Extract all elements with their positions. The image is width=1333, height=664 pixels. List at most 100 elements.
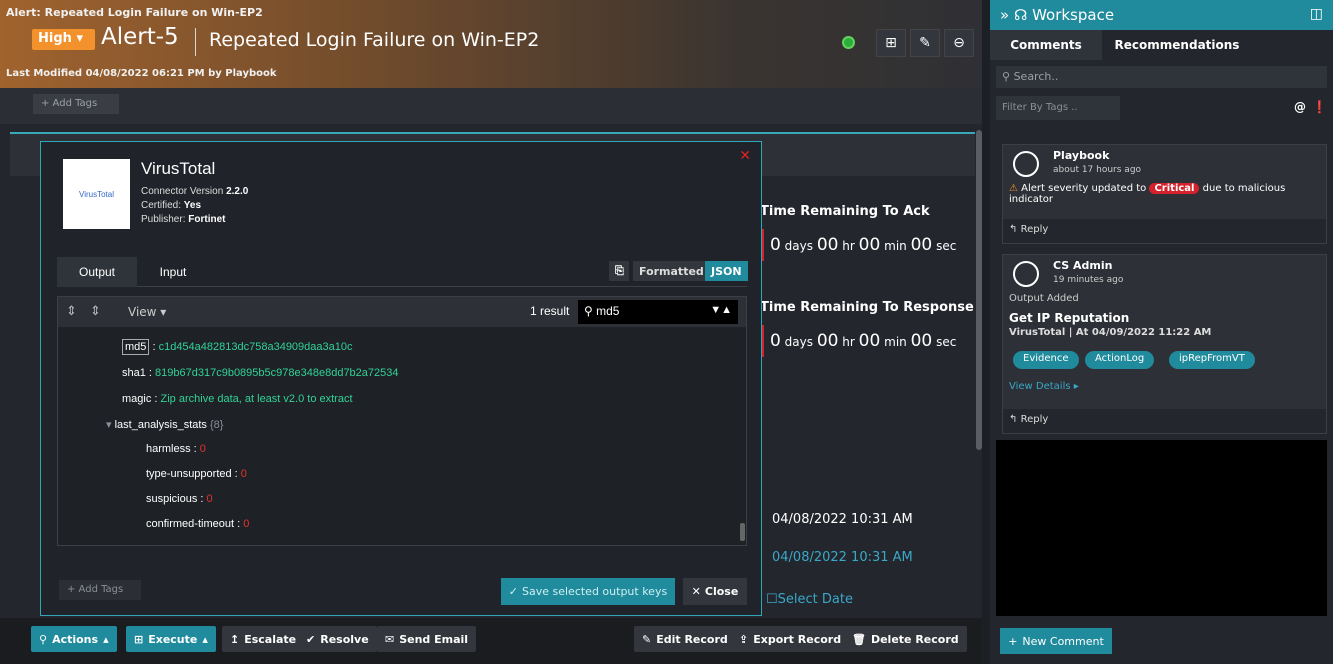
comment-body: ⚠ Alert severity updated to Critical due…: [1009, 183, 1286, 205]
caret-up-icon: ▴: [103, 632, 109, 646]
check-icon: ✔: [306, 632, 316, 646]
edit-button[interactable]: ✎: [910, 29, 940, 57]
connector-output-modal: ✕ VirusTotal VirusTotal Connector Versio…: [40, 141, 762, 616]
actions-button[interactable]: ⚲ Actions ▴: [31, 626, 117, 652]
edit-record-button[interactable]: ✎ Edit Record: [634, 626, 736, 652]
search-nav-arrows-icon[interactable]: ▼▲: [710, 304, 732, 316]
connector-name: VirusTotal: [141, 159, 216, 178]
tab-comments[interactable]: Comments: [990, 30, 1102, 60]
pencil-icon: ✎: [919, 35, 931, 51]
tab-recommendations[interactable]: Recommendations: [1102, 30, 1252, 60]
link-button[interactable]: ⊖: [944, 29, 974, 57]
close-icon: ✕: [691, 585, 701, 598]
caret-up-icon: ▴: [202, 632, 208, 646]
json-viewer: ⇕ ⇕ View ▾ 1 result ⚲ md5 ▼▲ md5 : c1d454…: [57, 296, 747, 546]
reply-icon: ↰: [1009, 224, 1018, 235]
time-ack: Time Remaining To Ack 0 days 00 hr 00 mi…: [760, 204, 956, 261]
formatted-toggle[interactable]: Formatted: [633, 261, 710, 281]
json-row-last-analysis-stats[interactable]: ▾ last_analysis_stats {8}: [106, 418, 223, 431]
json-row-sha1: sha1 : 819b67d317c9b0895b5c978e348e8dd7b…: [122, 367, 399, 379]
export-record-button[interactable]: ⇪ Export Record: [731, 626, 850, 652]
alert-header: Alert: Repeated Login Failure on Win-EP2…: [0, 0, 982, 88]
time-ack-value: 0 days 00 hr 00 min 00 sec: [760, 229, 956, 261]
tab-output[interactable]: Output: [57, 257, 137, 287]
escalate-button[interactable]: ↥ Escalate: [222, 626, 305, 652]
workspace-search-input[interactable]: ⚲ Search..: [996, 66, 1327, 88]
delete-record-button[interactable]: 🗑 Delete Record: [844, 626, 967, 652]
search-icon: ⚲: [1002, 70, 1011, 83]
info-icon[interactable]: ❗: [1312, 100, 1327, 114]
comment-sub: VirusTotal | At 04/09/2022 11:22 AM: [1009, 327, 1212, 338]
hierarchy-button[interactable]: ⊞: [876, 29, 906, 57]
workspace-icon: ☊: [1013, 6, 1028, 24]
date-value-1: 04/08/2022 10:31 AM: [772, 512, 913, 527]
chip-actionlog[interactable]: ActionLog: [1085, 351, 1155, 369]
json-toggle[interactable]: JSON: [705, 261, 748, 281]
save-output-keys-button[interactable]: ✓ Save selected output keys: [501, 578, 675, 605]
time-response-value: 0 days 00 hr 00 min 00 sec: [760, 325, 974, 357]
copy-icon[interactable]: ⎘: [609, 261, 629, 281]
search-result-count: 1 result: [530, 304, 570, 318]
comment-author: CS Admin: [1053, 259, 1113, 272]
chip-iprepfromvt[interactable]: ipRepFromVT: [1169, 351, 1255, 369]
view-dropdown[interactable]: View ▾: [128, 305, 166, 319]
json-scrollbar[interactable]: [740, 523, 745, 541]
comment-title: Get IP Reputation: [1009, 311, 1130, 325]
comment-list-empty-area: [996, 440, 1327, 616]
title-separator: [195, 28, 196, 56]
workspace-title: » ☊ Workspace: [1000, 6, 1115, 24]
json-row-suspicious: suspicious : 0: [146, 493, 213, 505]
search-icon: ⚲: [584, 304, 593, 318]
execute-icon: ⊞: [134, 632, 144, 646]
json-search-input[interactable]: ⚲ md5 ▼▲: [578, 300, 738, 324]
severity-dropdown[interactable]: High ▾: [32, 29, 95, 50]
collapse-all-icon[interactable]: ⇕: [90, 304, 101, 319]
playbook-avatar: [1013, 151, 1039, 177]
add-tags-button[interactable]: + Add Tags: [33, 94, 119, 114]
json-row-confirmed-timeout: confirmed-timeout : 0: [146, 518, 250, 530]
comment-time: 19 minutes ago: [1053, 275, 1124, 285]
modal-add-tags[interactable]: + Add Tags: [59, 580, 141, 600]
reply-link[interactable]: ↰ Reply: [1003, 219, 1326, 243]
chip-evidence[interactable]: Evidence: [1013, 351, 1079, 369]
mention-icon[interactable]: @: [1294, 100, 1306, 114]
date-value-2[interactable]: 04/08/2022 10:31 AM: [772, 550, 913, 565]
comment-author: Playbook: [1053, 149, 1110, 162]
new-comment-button[interactable]: + New Comment: [1000, 628, 1112, 654]
execute-button[interactable]: ⊞ Execute ▴: [126, 626, 216, 652]
send-email-button[interactable]: ✉ Send Email: [377, 626, 477, 652]
connector-certified: Certified: Yes: [141, 200, 202, 211]
edit-icon: ✎: [642, 632, 652, 646]
tab-input[interactable]: Input: [137, 257, 209, 287]
escalate-icon: ↥: [230, 632, 240, 646]
virustotal-logo: VirusTotal: [63, 159, 130, 229]
warning-icon: ⚠: [1009, 183, 1018, 194]
comment-card-csadmin: CS Admin 19 minutes ago Output Added Get…: [1002, 254, 1327, 434]
user-avatar: [1013, 261, 1039, 287]
comment-card-playbook: Playbook about 17 hours ago ⚠ Alert seve…: [1002, 144, 1327, 244]
caret-down-icon: ▾: [76, 31, 83, 46]
alert-title: Repeated Login Failure on Win-EP2: [209, 29, 540, 51]
last-modified: Last Modified 04/08/2022 06:21 PM by Pla…: [6, 68, 277, 79]
main-scrollbar[interactable]: [976, 130, 982, 450]
panel-toggle-icon[interactable]: ◫: [1310, 6, 1323, 22]
json-row-magic: magic : Zip archive data, at least v2.0 …: [122, 393, 353, 405]
filter-tags-input[interactable]: Filter By Tags ..: [996, 96, 1120, 120]
breadcrumb: Alert: Repeated Login Failure on Win-EP2: [6, 6, 263, 19]
collapse-arrow-icon: ▾: [106, 419, 112, 431]
resolve-button[interactable]: ✔ Resolve: [298, 626, 377, 652]
email-icon: ✉: [385, 632, 395, 646]
calendar-icon: ☐: [766, 592, 778, 607]
link-icon: ⊖: [953, 35, 965, 51]
select-date-link[interactable]: ☐Select Date: [766, 592, 853, 607]
expand-all-icon[interactable]: ⇕: [66, 304, 77, 319]
close-icon[interactable]: ✕: [739, 148, 751, 164]
view-details-link[interactable]: View Details ▸: [1009, 381, 1079, 392]
connector-version: Connector Version 2.2.0: [141, 186, 249, 197]
reply-icon: ↰: [1009, 414, 1018, 425]
close-button[interactable]: ✕ Close: [683, 578, 747, 605]
json-row-md5: md5 : c1d454a482813dc758a34909daa3a10c: [122, 339, 353, 355]
comment-time: about 17 hours ago: [1053, 165, 1142, 175]
reply-link[interactable]: ↰ Reply: [1003, 409, 1326, 433]
critical-badge: Critical: [1149, 183, 1200, 194]
